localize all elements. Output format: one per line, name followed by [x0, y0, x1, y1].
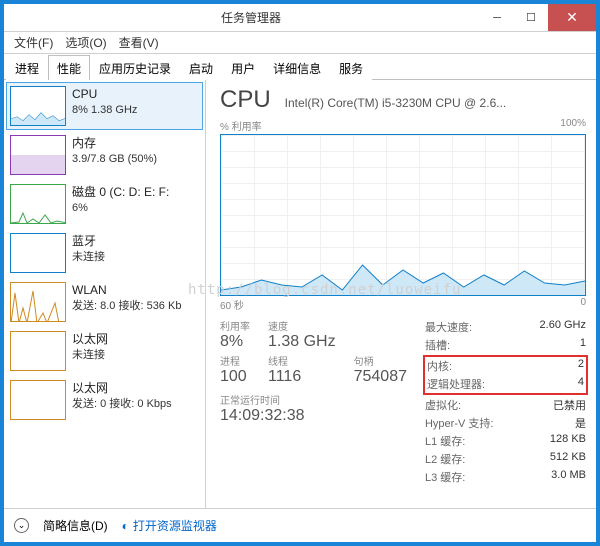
tab-performance[interactable]: 性能 — [48, 55, 90, 80]
hyperv-k: Hyper-V 支持: — [425, 415, 493, 431]
sidebar-item-cpu[interactable]: CPU8% 1.38 GHz — [6, 82, 203, 130]
sidebar-bt-title: 蓝牙 — [72, 233, 105, 249]
tab-users[interactable]: 用户 — [222, 55, 264, 80]
sidebar-eth2-title: 以太网 — [72, 380, 172, 396]
fewer-details-link[interactable]: 简略信息(D) — [43, 517, 108, 534]
util-label: 利用率 — [220, 318, 250, 333]
sidebar-eth1-sub: 未连接 — [72, 348, 108, 363]
detail-panel: CPU Intel(R) Core(TM) i5-3230M CPU @ 2.6… — [206, 80, 596, 508]
proc-label: 进程 — [220, 353, 250, 368]
handle-value: 754087 — [354, 368, 407, 386]
l1-v: 128 KB — [550, 433, 586, 449]
ethernet-thumb-icon — [10, 380, 66, 420]
sidebar-eth1-title: 以太网 — [72, 331, 108, 347]
l1-k: L1 缓存: — [425, 433, 465, 449]
disk-thumb-icon — [10, 184, 66, 224]
sidebar-cpu-title: CPU — [72, 86, 137, 102]
sidebar-item-disk[interactable]: 磁盘 0 (C: D: E: F:6% — [6, 180, 203, 228]
chart-xzero: 0 — [580, 297, 586, 312]
sockets-v: 1 — [580, 337, 586, 353]
chart-ylabel: % 利用率 — [220, 118, 262, 133]
tab-bar: 进程 性能 应用历史记录 启动 用户 详细信息 服务 — [4, 54, 596, 80]
l3-v: 3.0 MB — [551, 469, 586, 485]
maxspeed-k: 最大速度: — [425, 319, 472, 335]
sidebar-mem-sub: 3.9/7.8 GB (50%) — [72, 152, 157, 167]
sidebar-mem-title: 内存 — [72, 135, 157, 151]
sidebar-disk-title: 磁盘 0 (C: D: E: F: — [72, 184, 169, 200]
logical-k: 逻辑处理器: — [427, 376, 485, 392]
sidebar-disk-sub: 6% — [72, 201, 169, 216]
titlebar: 任务管理器 ─ ☐ ✕ — [4, 4, 596, 32]
util-value: 8% — [220, 333, 250, 351]
handle-label: 句柄 — [354, 353, 407, 368]
thread-label: 线程 — [268, 353, 336, 368]
cpu-model: Intel(R) Core(TM) i5-3230M CPU @ 2.6... — [285, 96, 586, 110]
speed-label: 速度 — [268, 318, 336, 333]
thread-value: 1116 — [268, 368, 336, 386]
menu-options[interactable]: 选项(O) — [59, 32, 112, 53]
maximize-button[interactable]: ☐ — [514, 4, 548, 31]
highlight-box: 内核: 2 逻辑处理器: 4 — [423, 355, 588, 395]
ethernet-thumb-icon — [10, 331, 66, 371]
resmon-icon: ◐ — [122, 519, 129, 533]
sidebar-wlan-sub: 发送: 8.0 接收: 536 Kb — [72, 299, 181, 314]
proc-value: 100 — [220, 368, 250, 386]
sockets-k: 插槽: — [425, 337, 450, 353]
maxspeed-v: 2.60 GHz — [540, 319, 586, 335]
sidebar: CPU8% 1.38 GHz 内存3.9/7.8 GB (50%) 磁盘 0 (… — [4, 80, 206, 508]
chart-ymax: 100% — [560, 118, 586, 133]
tab-details[interactable]: 详细信息 — [264, 55, 330, 80]
l2-v: 512 KB — [550, 451, 586, 467]
sidebar-item-wlan[interactable]: WLAN发送: 8.0 接收: 536 Kb — [6, 278, 203, 326]
wlan-thumb-icon — [10, 282, 66, 322]
footer: ⌄ 简略信息(D) ◐打开资源监视器 — [4, 508, 596, 542]
menu-view[interactable]: 查看(V) — [113, 32, 165, 53]
sidebar-item-ethernet1[interactable]: 以太网未连接 — [6, 327, 203, 375]
tab-app-history[interactable]: 应用历史记录 — [90, 55, 180, 80]
speed-value: 1.38 GHz — [268, 333, 336, 351]
cpu-thumb-icon — [10, 86, 66, 126]
menubar: 文件(F) 选项(O) 查看(V) — [4, 32, 596, 54]
tab-services[interactable]: 服务 — [330, 55, 372, 80]
uptime-value: 14:09:32:38 — [220, 407, 407, 425]
sidebar-eth2-sub: 发送: 0 接收: 0 Kbps — [72, 397, 172, 412]
uptime-label: 正常运行时间 — [220, 392, 407, 407]
virt-k: 虚拟化: — [425, 397, 461, 413]
cores-k: 内核: — [427, 358, 452, 374]
window-title: 任务管理器 — [22, 9, 480, 26]
memory-thumb-icon — [10, 135, 66, 175]
detail-title: CPU — [220, 86, 271, 114]
logical-v: 4 — [578, 376, 584, 392]
minimize-button[interactable]: ─ — [480, 4, 514, 31]
tab-startup[interactable]: 启动 — [180, 55, 222, 80]
bluetooth-thumb-icon — [10, 233, 66, 273]
tab-processes[interactable]: 进程 — [6, 55, 48, 80]
cpu-utilization-chart[interactable] — [220, 134, 586, 296]
chevron-down-icon[interactable]: ⌄ — [14, 518, 29, 533]
virt-v: 已禁用 — [553, 397, 586, 413]
open-resmon-link[interactable]: ◐打开资源监视器 — [122, 517, 217, 534]
hyperv-v: 是 — [575, 415, 586, 431]
sidebar-bt-sub: 未连接 — [72, 250, 105, 265]
menu-file[interactable]: 文件(F) — [8, 32, 59, 53]
sidebar-cpu-sub: 8% 1.38 GHz — [72, 103, 137, 118]
sidebar-wlan-title: WLAN — [72, 282, 181, 298]
cores-v: 2 — [578, 358, 584, 374]
sidebar-item-bluetooth[interactable]: 蓝牙未连接 — [6, 229, 203, 277]
close-button[interactable]: ✕ — [548, 4, 596, 31]
sidebar-item-memory[interactable]: 内存3.9/7.8 GB (50%) — [6, 131, 203, 179]
sidebar-item-ethernet2[interactable]: 以太网发送: 0 接收: 0 Kbps — [6, 376, 203, 424]
chart-xlabel: 60 秒 — [220, 297, 244, 312]
l2-k: L2 缓存: — [425, 451, 465, 467]
l3-k: L3 缓存: — [425, 469, 465, 485]
